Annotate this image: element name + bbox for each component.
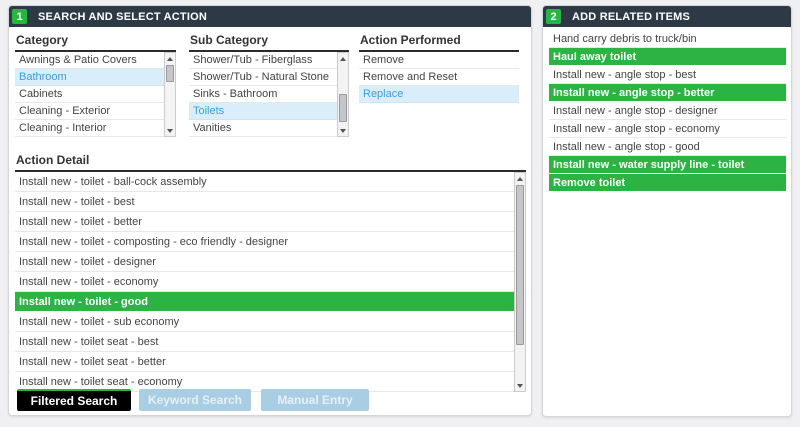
step-1-badge: 1 [12, 9, 27, 24]
related-item[interactable]: Install new - water supply line - toilet [549, 156, 786, 174]
subcategory-list: Shower/Tub - Fiberglass Shower/Tub - Natu… [189, 52, 349, 137]
action-performed-item[interactable]: Remove and Reset [359, 69, 519, 86]
action-detail-section: Action Detail Install new - toilet - bal… [15, 151, 526, 392]
subcategory-item[interactable]: Toilets [189, 103, 337, 120]
action-performed-label: Action Performed [359, 31, 519, 52]
category-item[interactable]: Awnings & Patio Covers [15, 52, 164, 69]
subcategory-item[interactable]: Shower/Tub - Natural Stone [189, 69, 337, 86]
scrollbar-thumb[interactable] [516, 185, 524, 345]
related-item[interactable]: Hand carry debris to truck/bin [549, 30, 786, 48]
category-column: Category Awnings & Patio Covers Bathroom C… [15, 31, 176, 137]
search-select-title: SEARCH AND SELECT ACTION [38, 10, 207, 23]
add-related-title: ADD RELATED ITEMS [572, 10, 691, 23]
category-scrollbar[interactable] [164, 52, 176, 137]
scrollbar-thumb[interactable] [339, 94, 347, 122]
scrollbar-thumb[interactable] [166, 65, 174, 82]
subcategory-scrollbar[interactable] [337, 52, 349, 137]
related-item[interactable]: Haul away toilet [549, 48, 786, 66]
action-performed-list: Remove Remove and Reset Replace [359, 52, 519, 103]
related-item[interactable]: Remove toilet [549, 174, 786, 192]
step-2-badge: 2 [546, 9, 561, 24]
action-detail-item[interactable]: Install new - toilet - better [15, 212, 514, 232]
category-item[interactable]: Cabinets [15, 86, 164, 103]
category-label: Category [15, 31, 176, 52]
scrollbar-down-icon[interactable] [338, 125, 348, 136]
scrollbar-up-icon[interactable] [515, 173, 525, 184]
subcategory-column: Sub Category Shower/Tub - Fiberglass Show… [189, 31, 349, 137]
action-detail-scrollbar[interactable] [514, 172, 526, 392]
add-related-items-panel: 2 ADD RELATED ITEMS Hand carry debris to… [542, 5, 792, 417]
related-item[interactable]: Install new - angle stop - good [549, 138, 786, 156]
related-item[interactable]: Install new - angle stop - economy [549, 120, 786, 138]
manual-entry-button[interactable]: Manual Entry [261, 389, 369, 411]
subcategory-item[interactable]: Vanities [189, 120, 337, 137]
action-detail-item[interactable]: Install new - toilet seat - better [15, 352, 514, 372]
add-related-header: 2 ADD RELATED ITEMS [543, 6, 791, 27]
action-detail-item[interactable]: Install new - toilet - designer [15, 252, 514, 272]
scrollbar-up-icon[interactable] [165, 53, 175, 64]
category-list: Awnings & Patio Covers Bathroom Cabinets Cl… [15, 52, 176, 137]
action-detail-item[interactable]: Install new - toilet - good [15, 292, 514, 312]
category-item[interactable]: Bathroom [15, 69, 164, 86]
category-item[interactable]: Cleaning - Interior [15, 120, 164, 137]
action-performed-item[interactable]: Replace [359, 86, 519, 103]
related-item[interactable]: Install new - angle stop - designer [549, 102, 786, 120]
filtered-search-button[interactable]: Filtered Search [17, 389, 131, 411]
action-detail-item[interactable]: Install new - toilet - best [15, 192, 514, 212]
related-item[interactable]: Install new - angle stop - better [549, 84, 786, 102]
action-detail-item[interactable]: Install new - toilet seat - best [15, 332, 514, 352]
action-detail-item[interactable]: Install new - toilet - composting - eco … [15, 232, 514, 252]
search-select-panel: 1 SEARCH AND SELECT ACTION Category Awni… [8, 5, 532, 416]
action-detail-item[interactable]: Install new - toilet - sub economy [15, 312, 514, 332]
action-performed-item[interactable]: Remove [359, 52, 519, 69]
search-select-header: 1 SEARCH AND SELECT ACTION [9, 6, 531, 27]
keyword-search-button[interactable]: Keyword Search [139, 389, 251, 411]
subcategory-item[interactable]: Sinks - Bathroom [189, 86, 337, 103]
action-performed-column: Action Performed Remove Remove and Reset R… [359, 31, 519, 103]
category-item[interactable]: Cleaning - Exterior [15, 103, 164, 120]
scrollbar-up-icon[interactable] [338, 53, 348, 64]
action-detail-item[interactable]: Install new - toilet - economy [15, 272, 514, 292]
page-background: { "colors": { "accent_green": "#2bb343",… [0, 0, 800, 427]
related-items-list: Hand carry debris to truck/bin Haul away … [549, 30, 786, 192]
action-detail-list: Install new - toilet - ball-cock assembl… [15, 172, 526, 392]
subcategory-item[interactable]: Shower/Tub - Fiberglass [189, 52, 337, 69]
subcategory-label: Sub Category [189, 31, 349, 52]
action-detail-label: Action Detail [15, 151, 526, 172]
related-item[interactable]: Install new - angle stop - best [549, 66, 786, 84]
action-detail-item[interactable]: Install new - toilet - ball-cock assembl… [15, 172, 514, 192]
scrollbar-down-icon[interactable] [515, 380, 525, 391]
scrollbar-down-icon[interactable] [165, 125, 175, 136]
